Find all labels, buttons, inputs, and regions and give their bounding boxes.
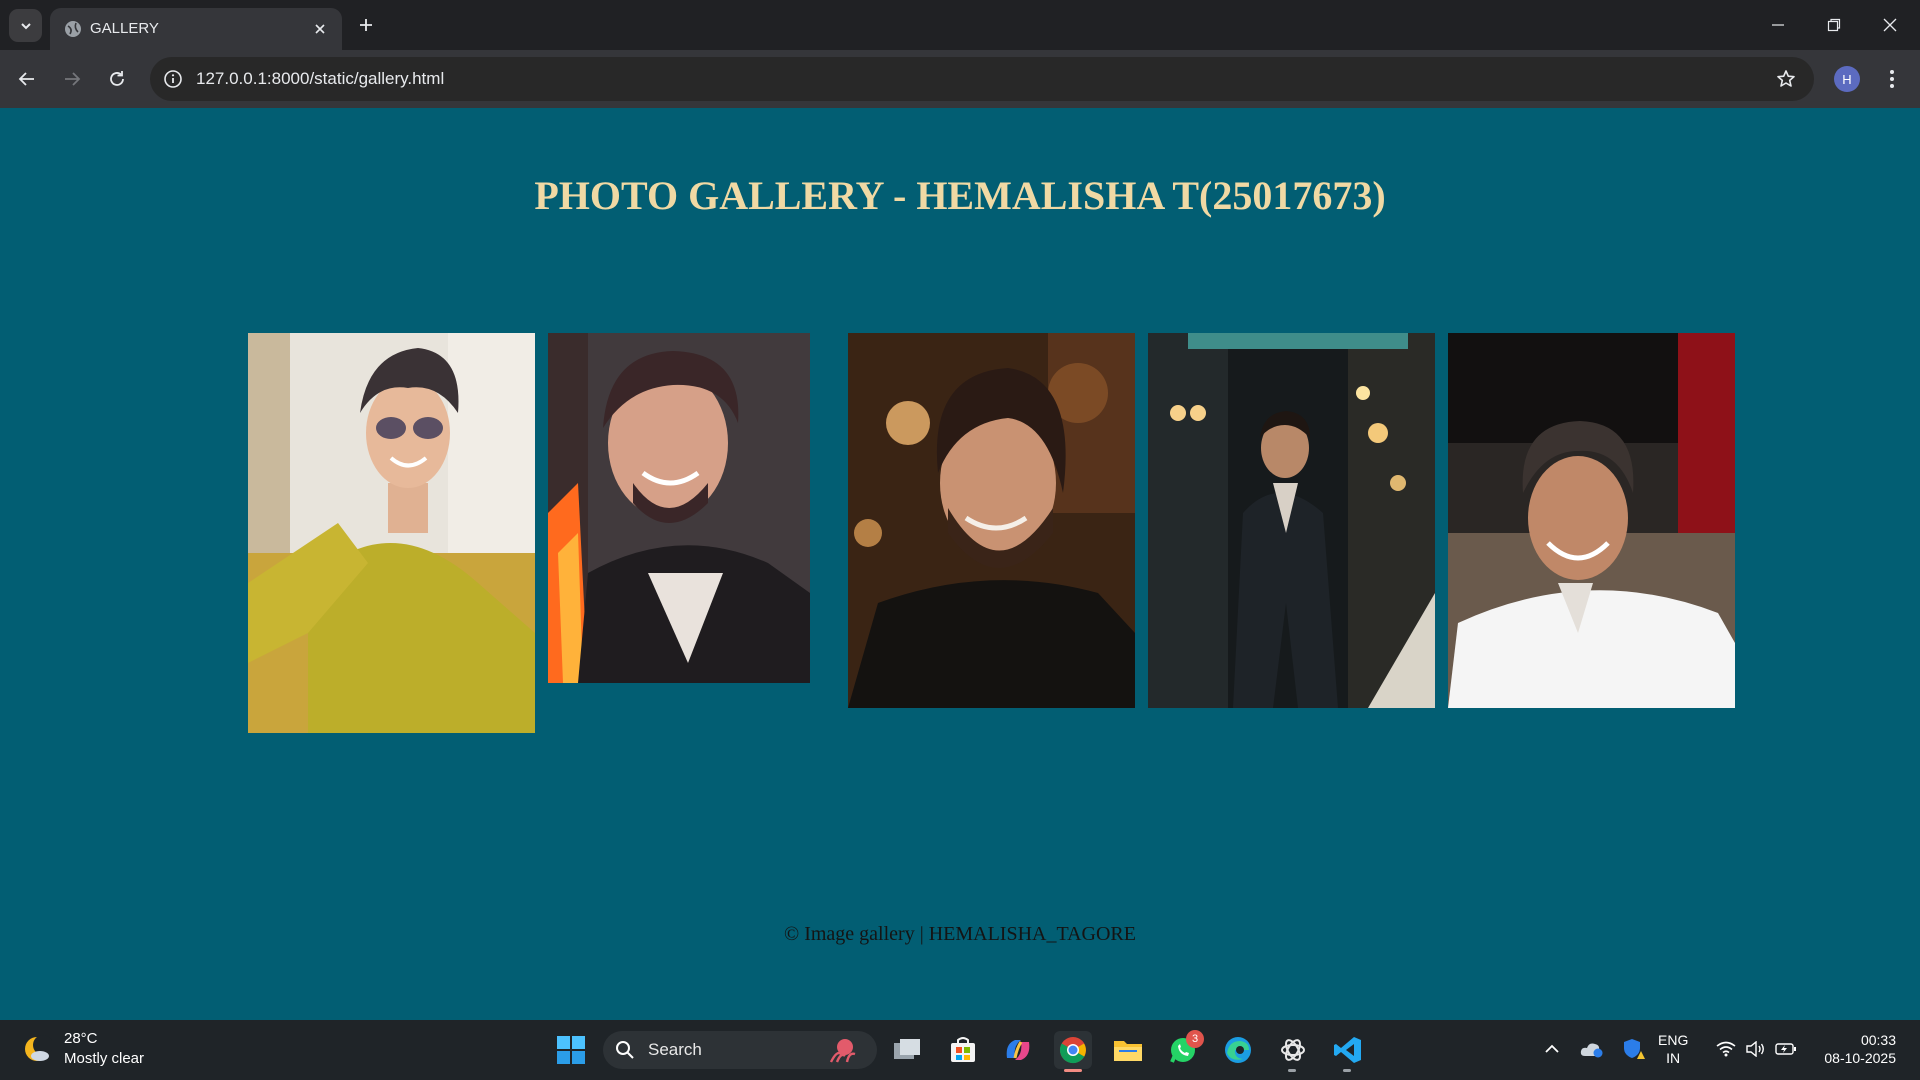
battery-charging-icon	[1775, 1043, 1796, 1055]
minimize-button[interactable]	[1750, 0, 1806, 50]
search-label: Search	[648, 1040, 702, 1059]
volume-tray[interactable]	[1744, 1036, 1768, 1062]
vscode-button[interactable]	[1329, 1031, 1367, 1069]
region-code: IN	[1666, 1050, 1681, 1066]
vscode-running-indicator	[1343, 1069, 1351, 1072]
address-bar[interactable]: 127.0.0.1:8000/static/gallery.html	[150, 57, 1814, 101]
tab-title: GALLERY	[90, 20, 159, 37]
photo-gallery	[0, 108, 1920, 1020]
windows-start-icon[interactable]	[556, 1035, 586, 1065]
wifi-tray[interactable]	[1714, 1036, 1738, 1062]
chevron-up-icon	[1545, 1044, 1559, 1053]
forward-button[interactable]	[57, 64, 87, 94]
store-icon	[951, 1037, 975, 1062]
microsoft-store-button[interactable]	[944, 1031, 982, 1069]
folder-icon	[1114, 1041, 1142, 1061]
shield-warning-icon	[1624, 1039, 1645, 1059]
chatgpt-button[interactable]	[1274, 1031, 1312, 1069]
tab-strip: GALLERY	[0, 0, 1920, 50]
tab-search-button[interactable]	[9, 9, 42, 42]
copilot-button[interactable]	[999, 1031, 1037, 1069]
close-icon	[315, 24, 325, 34]
cloud-icon	[1580, 1043, 1603, 1058]
gallery-photo-2	[548, 333, 810, 683]
plus-icon	[360, 19, 372, 31]
back-button[interactable]	[12, 64, 42, 94]
language-code: ENG	[1658, 1032, 1689, 1048]
chevron-down-icon	[20, 22, 31, 29]
clock-date: 08-10-2025	[1824, 1050, 1896, 1066]
taskbar-search[interactable]: Search	[603, 1031, 877, 1069]
edge-button[interactable]	[1219, 1031, 1257, 1069]
search-icon	[616, 1041, 634, 1059]
chatgpt-running-indicator	[1288, 1069, 1296, 1072]
language-indicator[interactable]: ENG IN	[1658, 1031, 1688, 1067]
new-tab-button[interactable]	[353, 12, 379, 38]
search-highlight-icon	[829, 1039, 856, 1063]
browser-toolbar: 127.0.0.1:8000/static/gallery.html	[0, 50, 1920, 108]
gallery-photo-3	[848, 333, 1135, 708]
whatsapp-badge: 3	[1186, 1030, 1204, 1048]
weather-temperature[interactable]: 28°C	[64, 1030, 98, 1047]
restore-icon	[1827, 18, 1841, 32]
copilot-icon	[1006, 1040, 1030, 1060]
security-tray[interactable]	[1621, 1036, 1647, 1062]
wifi-icon	[1716, 1041, 1736, 1057]
site-info-icon[interactable]	[162, 68, 184, 90]
speaker-icon	[1746, 1041, 1764, 1057]
close-icon	[1883, 18, 1897, 32]
minimize-icon	[1772, 24, 1784, 26]
page-content: PHOTO GALLERY - HEMALISHA T(25017673) © …	[0, 108, 1920, 1020]
show-hidden-icons-button[interactable]	[1541, 1036, 1563, 1062]
bookmark-star-icon[interactable]	[1774, 67, 1798, 91]
moon-weather-icon[interactable]	[22, 1034, 52, 1064]
weather-description[interactable]: Mostly clear	[64, 1050, 144, 1067]
profile-avatar[interactable]: H	[1834, 66, 1860, 92]
task-view-button[interactable]	[888, 1031, 926, 1069]
page-footer: © Image gallery | HEMALISHA_TAGORE	[784, 923, 1136, 945]
more-menu-button[interactable]	[1880, 64, 1904, 94]
reload-button[interactable]	[102, 64, 132, 94]
chatgpt-icon	[1281, 1039, 1305, 1061]
system-clock[interactable]: 00:33 08-10-2025	[1800, 1031, 1896, 1067]
gallery-photo-5	[1448, 333, 1735, 708]
chrome-button[interactable]	[1054, 1031, 1092, 1069]
file-explorer-button[interactable]	[1109, 1031, 1147, 1069]
tab-close-button[interactable]	[310, 19, 330, 39]
task-view-icon	[894, 1039, 920, 1059]
edge-icon	[1225, 1037, 1251, 1063]
reload-icon	[110, 71, 124, 86]
battery-tray[interactable]	[1774, 1036, 1798, 1062]
globe-icon	[65, 21, 81, 37]
vscode-icon	[1334, 1037, 1361, 1063]
clock-time: 00:33	[1860, 1032, 1896, 1048]
arrow-left-icon	[18, 72, 34, 86]
chrome-active-indicator	[1064, 1069, 1082, 1072]
url-text[interactable]: 127.0.0.1:8000/static/gallery.html	[196, 69, 444, 89]
gallery-photo-1	[248, 333, 535, 733]
gallery-photo-4	[1148, 333, 1435, 708]
chrome-icon	[1059, 1037, 1086, 1064]
more-vert-icon	[1890, 70, 1894, 88]
restore-button[interactable]	[1806, 0, 1862, 50]
tab-gallery[interactable]: GALLERY	[50, 8, 342, 50]
close-window-button[interactable]	[1862, 0, 1918, 50]
onedrive-tray[interactable]	[1579, 1036, 1605, 1062]
arrow-right-icon	[65, 72, 81, 86]
